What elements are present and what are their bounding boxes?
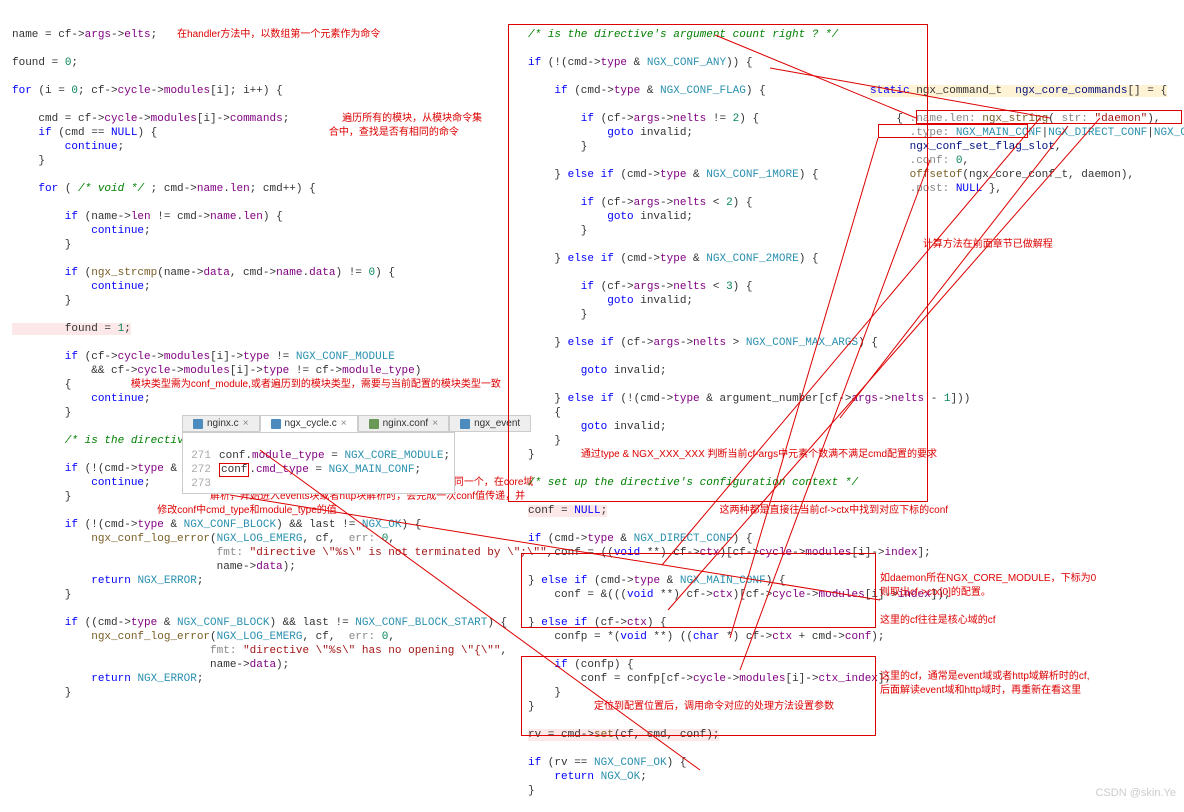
code-line: name->data);: [12, 561, 296, 573]
c-file-icon: [460, 419, 470, 429]
code-line: continue;: [12, 225, 151, 237]
code-line: for (i = 0; cf->cycle->modules[i]; i++) …: [12, 85, 283, 97]
code-line: for ( /* void */ ; cmd->name.len; cmd++)…: [12, 183, 316, 195]
highlight-box: [878, 124, 1028, 138]
code-line: if (cmd == NULL) {: [12, 127, 157, 139]
right-annotations: 如daemon所在NGX_CORE_MODULE，下标为0 则取出cf->ctx…: [880, 558, 1096, 698]
code-line: if ((cmd->type & NGX_CONF_BLOCK) && last…: [12, 617, 507, 629]
code-line: ngx_conf_log_error(NGX_LOG_EMERG, cf, er…: [12, 533, 395, 545]
code-line: return NGX_ERROR;: [12, 575, 203, 587]
code-line: confp = *(void **) ((char *) cf->ctx + c…: [528, 631, 885, 643]
annotation: 则取出cf->ctx[0]的配置。: [880, 587, 991, 598]
code-line: continue;: [12, 141, 124, 153]
code-line: ngx_conf_log_error(NGX_LOG_EMERG, cf, er…: [12, 631, 395, 643]
highlight-box: [521, 553, 876, 628]
annotation: 后面解读event域和http域时，再重新在看这里: [880, 685, 1081, 696]
tab-nginx-conf[interactable]: nginx.conf×: [358, 415, 449, 432]
code-line: fmt: "directive \"%s\" has no opening \"…: [12, 645, 507, 657]
annotation: 合中，查找是否有相同的命令: [329, 127, 459, 138]
code-line-highlight: conf = NULL;: [528, 505, 607, 517]
tab-ngx-cycle[interactable]: ngx_cycle.c×: [260, 415, 358, 432]
code-line: if (ngx_strcmp(name->data, cmd->name.dat…: [12, 267, 395, 279]
annotation: 修改conf中cmd_type和module_type的值: [157, 505, 337, 516]
code-line: }: [12, 687, 71, 699]
close-icon[interactable]: ×: [341, 418, 347, 429]
code-line-highlight: found = 1;: [12, 323, 131, 335]
code-line: continue;: [12, 281, 151, 293]
code-line: continue;: [12, 393, 151, 405]
annotation: 这里的cf，通常是event域或者http域解析时的cf,: [880, 671, 1089, 682]
code-line: name->data);: [12, 659, 289, 671]
code-line: }: [12, 295, 71, 307]
code-line: }: [12, 239, 71, 251]
highlight-box: [521, 656, 876, 736]
code-line: if (cmd->type & NGX_DIRECT_CONF) {: [528, 533, 752, 545]
code-line: }: [12, 407, 71, 419]
annotation: 如daemon所在NGX_CORE_MODULE，下标为0: [880, 573, 1096, 584]
highlight-box: [508, 24, 928, 502]
c-file-icon: [193, 419, 203, 429]
code-line: if (name->len != cmd->name.len) {: [12, 211, 283, 223]
highlight-box: [916, 110, 1182, 124]
code-line: return NGX_OK;: [528, 771, 647, 783]
code-line: }: [12, 491, 71, 503]
code-snippet-popup: 271conf.module_type = NGX_CORE_MODULE; 2…: [182, 432, 455, 494]
code-line: if (!(cmd->type & NGX_CONF_BLOCK) && las…: [12, 519, 421, 531]
left-code-pane: name = cf->args->elts; 在handler方法中，以数组第一…: [0, 0, 505, 714]
code-line: if (cf->cycle->modules[i]->type != NGX_C…: [12, 351, 395, 363]
c-file-icon: [271, 419, 281, 429]
code-line: name = cf->args->elts;: [12, 29, 157, 41]
tab-nginx-c[interactable]: nginx.c×: [182, 415, 260, 432]
code-line: return NGX_ERROR;: [12, 673, 203, 685]
annotation: 计算方法在前面章节已做解程: [923, 239, 1053, 250]
annotation: 在handler方法中，以数组第一个元素作为命令: [177, 29, 380, 40]
code-line: if (rv == NGX_CONF_OK) {: [528, 757, 686, 769]
editor-tabs: nginx.c× ngx_cycle.c× nginx.conf× ngx_ev…: [182, 415, 531, 432]
code-line: {: [12, 379, 71, 391]
code-line: }: [12, 155, 45, 167]
annotation: 模块类型需为conf_module,或者遍历到的模块类型，需要与当前配置的模块类…: [131, 379, 501, 390]
code-line: cmd = cf->cycle->modules[i]->commands;: [12, 113, 289, 125]
conf-file-icon: [369, 419, 379, 429]
code-line: }: [528, 785, 535, 797]
code-line: }: [12, 589, 71, 601]
close-icon[interactable]: ×: [243, 418, 249, 429]
code-line: continue;: [12, 477, 151, 489]
watermark: CSDN @skin.Ye: [1096, 787, 1176, 799]
close-icon[interactable]: ×: [432, 418, 438, 429]
annotation: 这里的cf往往是核心域的cf: [880, 615, 996, 626]
annotation: 这两种都是直接往当前cf->ctx中找到对应下标的conf: [719, 505, 948, 516]
code-line: && cf->cycle->modules[i]->type != cf->mo…: [12, 365, 421, 377]
code-line: fmt: "directive \"%s\" is not terminated…: [12, 547, 553, 559]
annotation: 遍历所有的模块，从模块命令集: [342, 113, 482, 124]
code-line: found = 0;: [12, 57, 78, 69]
